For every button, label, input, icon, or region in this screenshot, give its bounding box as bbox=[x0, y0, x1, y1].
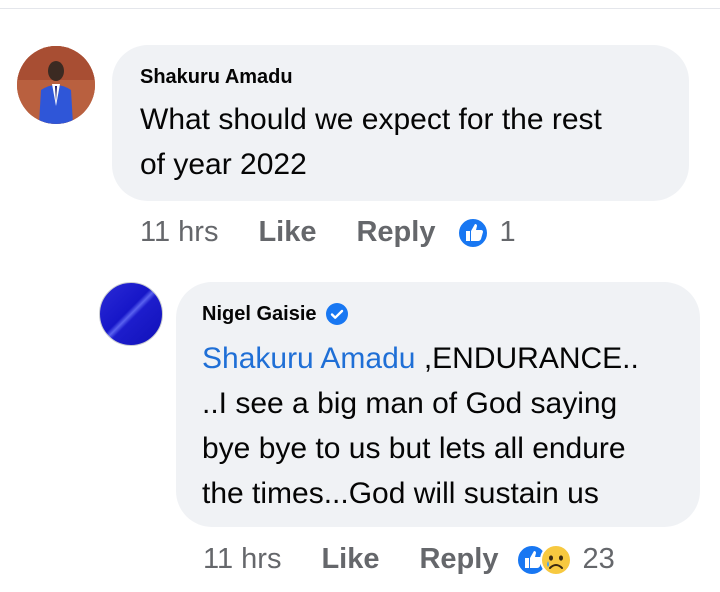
mention-link[interactable]: Shakuru Amadu bbox=[202, 342, 415, 375]
like-button[interactable]: Like bbox=[258, 216, 316, 249]
reply-button[interactable]: Reply bbox=[356, 216, 435, 249]
like-button[interactable]: Like bbox=[321, 543, 379, 576]
top-divider bbox=[0, 8, 720, 9]
sad-icon bbox=[540, 543, 573, 576]
reaction-summary[interactable]: 23 bbox=[516, 543, 615, 576]
reply-bubble: Nigel Gaisie Shakuru Amadu ,ENDURANCE.. … bbox=[176, 282, 700, 527]
reply-text-line: Shakuru Amadu ,ENDURANCE.. bbox=[202, 336, 700, 381]
profile-photo-icon bbox=[17, 46, 95, 124]
reply-text-line: ..I see a big man of God saying bbox=[202, 387, 618, 420]
reply-actions: 11 hrs Like Reply 23 bbox=[203, 543, 615, 576]
reply-time[interactable]: 11 hrs bbox=[203, 543, 281, 576]
like-icon bbox=[457, 216, 490, 249]
reaction-count: 23 bbox=[582, 543, 615, 575]
comment-bubble: Shakuru Amadu What should we expect for … bbox=[112, 45, 689, 201]
comment-time[interactable]: 11 hrs bbox=[140, 216, 218, 249]
reply-text-line: bye bye to us but lets all endure bbox=[202, 432, 626, 465]
reply-text: Shakuru Amadu ,ENDURANCE.. ..I see a big… bbox=[202, 336, 700, 516]
comment-actions: 11 hrs Like Reply 1 bbox=[140, 216, 516, 249]
comment-text: What should we expect for the rest of ye… bbox=[140, 97, 689, 187]
reply-text-segment: ,ENDURANCE.. bbox=[415, 342, 639, 375]
reply-author[interactable]: Nigel Gaisie bbox=[202, 302, 317, 326]
comment-text-line: of year 2022 bbox=[140, 148, 307, 181]
reaction-summary[interactable]: 1 bbox=[457, 216, 516, 249]
reply-author-row: Nigel Gaisie bbox=[202, 302, 700, 326]
avatar-shakuru[interactable] bbox=[17, 46, 95, 124]
comment-author[interactable]: Shakuru Amadu bbox=[140, 65, 689, 89]
avatar-nigel[interactable] bbox=[99, 282, 163, 346]
reply-text-line: the times...God will sustain us bbox=[202, 477, 599, 510]
verified-badge-icon bbox=[325, 303, 348, 325]
reply-button[interactable]: Reply bbox=[419, 543, 498, 576]
comment-text-line: What should we expect for the rest bbox=[140, 103, 602, 136]
reaction-count: 1 bbox=[499, 216, 516, 248]
